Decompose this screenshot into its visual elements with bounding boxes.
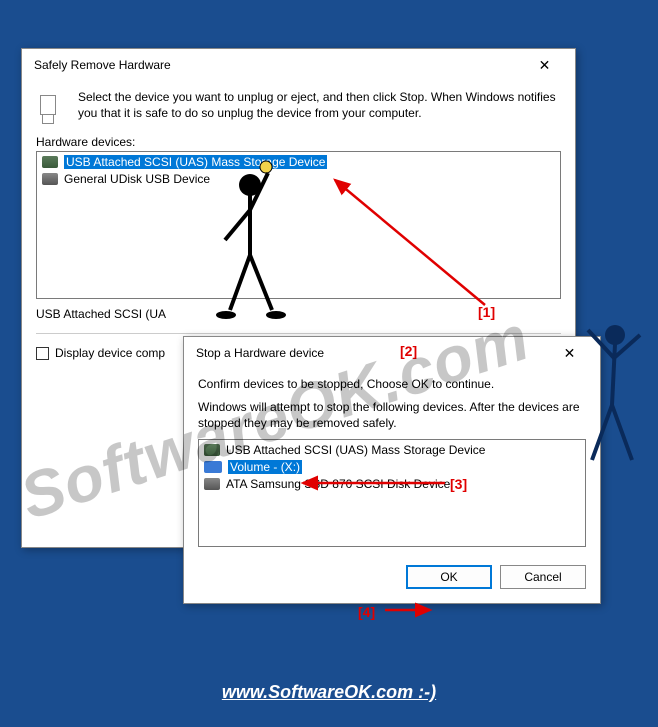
device-icon (42, 156, 58, 168)
info-text: Windows will attempt to stop the followi… (198, 399, 586, 431)
cancel-label: Cancel (524, 570, 561, 584)
disk-icon (204, 478, 220, 490)
status-text: USB Attached SCSI (UA (36, 307, 561, 321)
usb-icon (36, 89, 68, 125)
checkbox-label: Display device comp (55, 346, 165, 360)
footer-link[interactable]: www.SoftwareOK.com :-) (0, 682, 658, 703)
list-item[interactable]: General UDisk USB Device (38, 170, 559, 187)
divider (36, 333, 561, 334)
section-label: Hardware devices: (36, 135, 561, 149)
device-name: General UDisk USB Device (64, 172, 210, 186)
annotation-4: [4] (358, 604, 375, 620)
hardware-devices-list[interactable]: USB Attached SCSI (UAS) Mass Storage Dev… (36, 151, 561, 299)
checkbox-icon[interactable] (36, 347, 49, 360)
ok-label: OK (440, 570, 457, 584)
device-name: USB Attached SCSI (UAS) Mass Storage Dev… (64, 155, 327, 169)
device-name: Volume - (X:) (228, 460, 302, 474)
titlebar[interactable]: Safely Remove Hardware ✕ (22, 49, 575, 81)
titlebar[interactable]: Stop a Hardware device ✕ (184, 337, 600, 369)
list-item[interactable]: USB Attached SCSI (UAS) Mass Storage Dev… (38, 153, 559, 170)
close-icon[interactable]: ✕ (547, 339, 592, 367)
volume-icon (204, 461, 222, 473)
device-name: USB Attached SCSI (UAS) Mass Storage Dev… (226, 443, 485, 457)
device-name: ATA Samsung SSD 870 SCSI Disk Device (226, 477, 450, 491)
dialog-title: Stop a Hardware device (196, 346, 547, 360)
list-item[interactable]: ATA Samsung SSD 870 SCSI Disk Device (200, 475, 584, 492)
dialog-title: Safely Remove Hardware (34, 58, 522, 72)
list-item[interactable]: Volume - (X:) (200, 458, 584, 475)
stop-devices-list[interactable]: USB Attached SCSI (UAS) Mass Storage Dev… (198, 439, 586, 547)
stop-hardware-dialog: Stop a Hardware device ✕ Confirm devices… (183, 336, 601, 604)
list-item[interactable]: USB Attached SCSI (UAS) Mass Storage Dev… (200, 441, 584, 458)
device-icon (42, 173, 58, 185)
ok-button[interactable]: OK (406, 565, 492, 589)
confirm-text: Confirm devices to be stopped, Choose OK… (198, 377, 586, 391)
close-icon[interactable]: ✕ (522, 51, 567, 79)
device-icon (204, 444, 220, 456)
cancel-button[interactable]: Cancel (500, 565, 586, 589)
instruction-text: Select the device you want to unplug or … (78, 89, 561, 125)
